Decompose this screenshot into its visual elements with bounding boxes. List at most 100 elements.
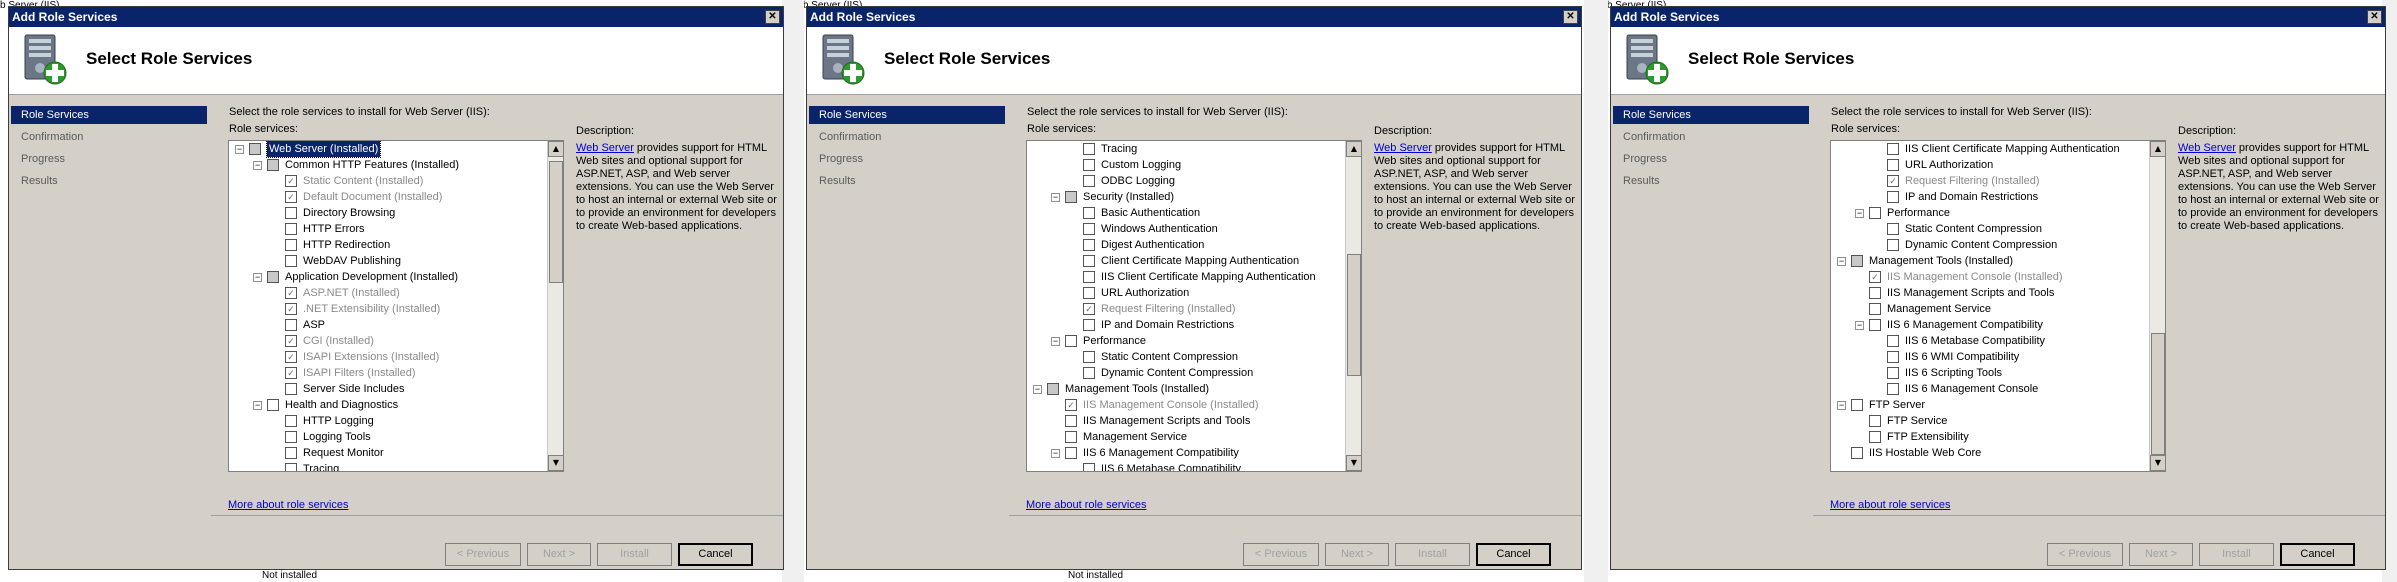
checkbox[interactable] [285, 255, 297, 267]
tree-item[interactable]: ✓ Static Content (Installed) [229, 173, 547, 189]
checkbox-checked[interactable]: ✓ [1065, 399, 1077, 411]
dialog-title-bar[interactable]: Add Role Services ✕ [1611, 7, 2385, 27]
checkbox-checked[interactable]: ✓ [285, 351, 297, 363]
tree-item[interactable]: Static Content Compression [1831, 221, 2149, 237]
tree-item[interactable]: IIS Client Certificate Mapping Authentic… [1027, 269, 1345, 285]
collapse-icon[interactable]: − [1855, 321, 1864, 330]
more-about-role-services-link[interactable]: More about role services [1026, 499, 1146, 511]
tree-item[interactable]: Tracing [1027, 141, 1345, 157]
checkbox[interactable] [1083, 175, 1095, 187]
checkbox[interactable] [1083, 463, 1095, 471]
tree-item[interactable]: Management Service [1027, 429, 1345, 445]
web-server-link[interactable]: Web Server [2178, 142, 2236, 154]
checkbox[interactable] [1083, 159, 1095, 171]
collapse-icon[interactable]: − [1837, 401, 1846, 410]
nav-item-confirmation[interactable]: Confirmation [809, 128, 1005, 146]
tree-item[interactable]: IIS Hostable Web Core [1831, 445, 2149, 461]
scroll-thumb[interactable] [2151, 333, 2165, 455]
scroll-up-arrow-icon[interactable]: ▲ [548, 141, 563, 157]
tree-item[interactable]: Request Monitor [229, 445, 547, 461]
checkbox[interactable] [1083, 287, 1095, 299]
nav-item-progress[interactable]: Progress [1613, 150, 1809, 168]
collapse-icon[interactable]: − [1051, 449, 1060, 458]
tree-item[interactable]: Tracing [229, 461, 547, 471]
previous-button[interactable]: < Previous [2047, 543, 2123, 566]
scroll-down-arrow-icon[interactable]: ▼ [548, 455, 563, 471]
checkbox[interactable] [1083, 223, 1095, 235]
tree-item[interactable]: − IIS 6 Management Compatibility [1027, 445, 1345, 461]
tree-item[interactable]: ASP [229, 317, 547, 333]
checkbox[interactable] [1083, 255, 1095, 267]
checkbox-checked[interactable]: ✓ [285, 287, 297, 299]
tree-item[interactable]: WebDAV Publishing [229, 253, 547, 269]
tree-item[interactable]: − Common HTTP Features (Installed) [229, 157, 547, 173]
tree-item[interactable]: Digest Authentication [1027, 237, 1345, 253]
checkbox[interactable] [267, 399, 279, 411]
install-button[interactable]: Install [1395, 543, 1470, 566]
checkbox[interactable] [1887, 367, 1899, 379]
checkbox-checked[interactable]: ✓ [1083, 303, 1095, 315]
checkbox[interactable] [285, 207, 297, 219]
vertical-scrollbar[interactable]: ▲ ▼ [1345, 141, 1361, 471]
tree-item[interactable]: IIS 6 Management Console [1831, 381, 2149, 397]
checkbox[interactable] [1083, 319, 1095, 331]
checkbox[interactable] [1869, 207, 1881, 219]
more-about-role-services-link[interactable]: More about role services [228, 499, 348, 511]
checkbox[interactable] [1887, 383, 1899, 395]
checkbox[interactable] [1065, 447, 1077, 459]
role-services-tree[interactable]: − Web Server (Installed) − Common HTTP Feat… [228, 140, 564, 472]
checkbox[interactable] [1065, 415, 1077, 427]
tree-item[interactable]: ✓ ASP.NET (Installed) [229, 285, 547, 301]
tree-item[interactable]: ✓ ISAPI Filters (Installed) [229, 365, 547, 381]
tree-item[interactable]: − Management Tools (Installed) [1027, 381, 1345, 397]
nav-item-results[interactable]: Results [809, 172, 1005, 190]
checkbox[interactable] [1065, 431, 1077, 443]
tree-item[interactable]: Custom Logging [1027, 157, 1345, 173]
tree-item[interactable]: IIS Management Scripts and Tools [1027, 413, 1345, 429]
tree-item[interactable]: ODBC Logging [1027, 173, 1345, 189]
checkbox[interactable] [1887, 159, 1899, 171]
collapse-icon[interactable]: − [235, 145, 244, 154]
tree-item[interactable]: − Performance [1831, 205, 2149, 221]
nav-item-role-services[interactable]: Role Services [1613, 106, 1809, 124]
install-button[interactable]: Install [2199, 543, 2274, 566]
next-button[interactable]: Next > [1325, 543, 1389, 566]
checkbox[interactable] [1083, 351, 1095, 363]
tree-item[interactable]: − Application Development (Installed) [229, 269, 547, 285]
checkbox[interactable] [1887, 143, 1899, 155]
scroll-thumb[interactable] [1347, 253, 1361, 376]
role-services-tree[interactable]: IIS Client Certificate Mapping Authentic… [1830, 140, 2166, 472]
tree-item[interactable]: URL Authorization [1831, 157, 2149, 173]
checkbox[interactable] [285, 319, 297, 331]
more-about-role-services-link[interactable]: More about role services [1830, 499, 1950, 511]
checkbox[interactable] [1887, 351, 1899, 363]
scroll-up-arrow-icon[interactable]: ▲ [1346, 141, 1361, 157]
close-button[interactable]: ✕ [2367, 10, 2382, 24]
nav-item-role-services[interactable]: Role Services [809, 106, 1005, 124]
checkbox-partial[interactable] [249, 143, 261, 155]
tree-item[interactable]: Static Content Compression [1027, 349, 1345, 365]
collapse-icon[interactable]: − [1051, 193, 1060, 202]
tree-item[interactable]: ✓ IIS Management Console (Installed) [1027, 397, 1345, 413]
tree-item[interactable]: IP and Domain Restrictions [1027, 317, 1345, 333]
checkbox-checked[interactable]: ✓ [285, 335, 297, 347]
previous-button[interactable]: < Previous [1243, 543, 1319, 566]
checkbox[interactable] [285, 447, 297, 459]
tree-item[interactable]: HTTP Errors [229, 221, 547, 237]
checkbox[interactable] [1065, 335, 1077, 347]
web-server-link[interactable]: Web Server [1374, 142, 1432, 154]
tree-item[interactable]: ✓ ISAPI Extensions (Installed) [229, 349, 547, 365]
cancel-button[interactable]: Cancel [1476, 543, 1551, 566]
checkbox[interactable] [1083, 271, 1095, 283]
checkbox[interactable] [1887, 239, 1899, 251]
next-button[interactable]: Next > [2129, 543, 2193, 566]
tree-item[interactable]: − Health and Diagnostics [229, 397, 547, 413]
checkbox-partial[interactable] [1065, 191, 1077, 203]
tree-item[interactable]: HTTP Redirection [229, 237, 547, 253]
collapse-icon[interactable]: − [1837, 257, 1846, 266]
tree-item[interactable]: − Performance [1027, 333, 1345, 349]
tree-item[interactable]: IIS 6 Scripting Tools [1831, 365, 2149, 381]
nav-item-role-services[interactable]: Role Services [11, 106, 207, 124]
checkbox[interactable] [1851, 447, 1863, 459]
tree-item[interactable]: FTP Extensibility [1831, 429, 2149, 445]
